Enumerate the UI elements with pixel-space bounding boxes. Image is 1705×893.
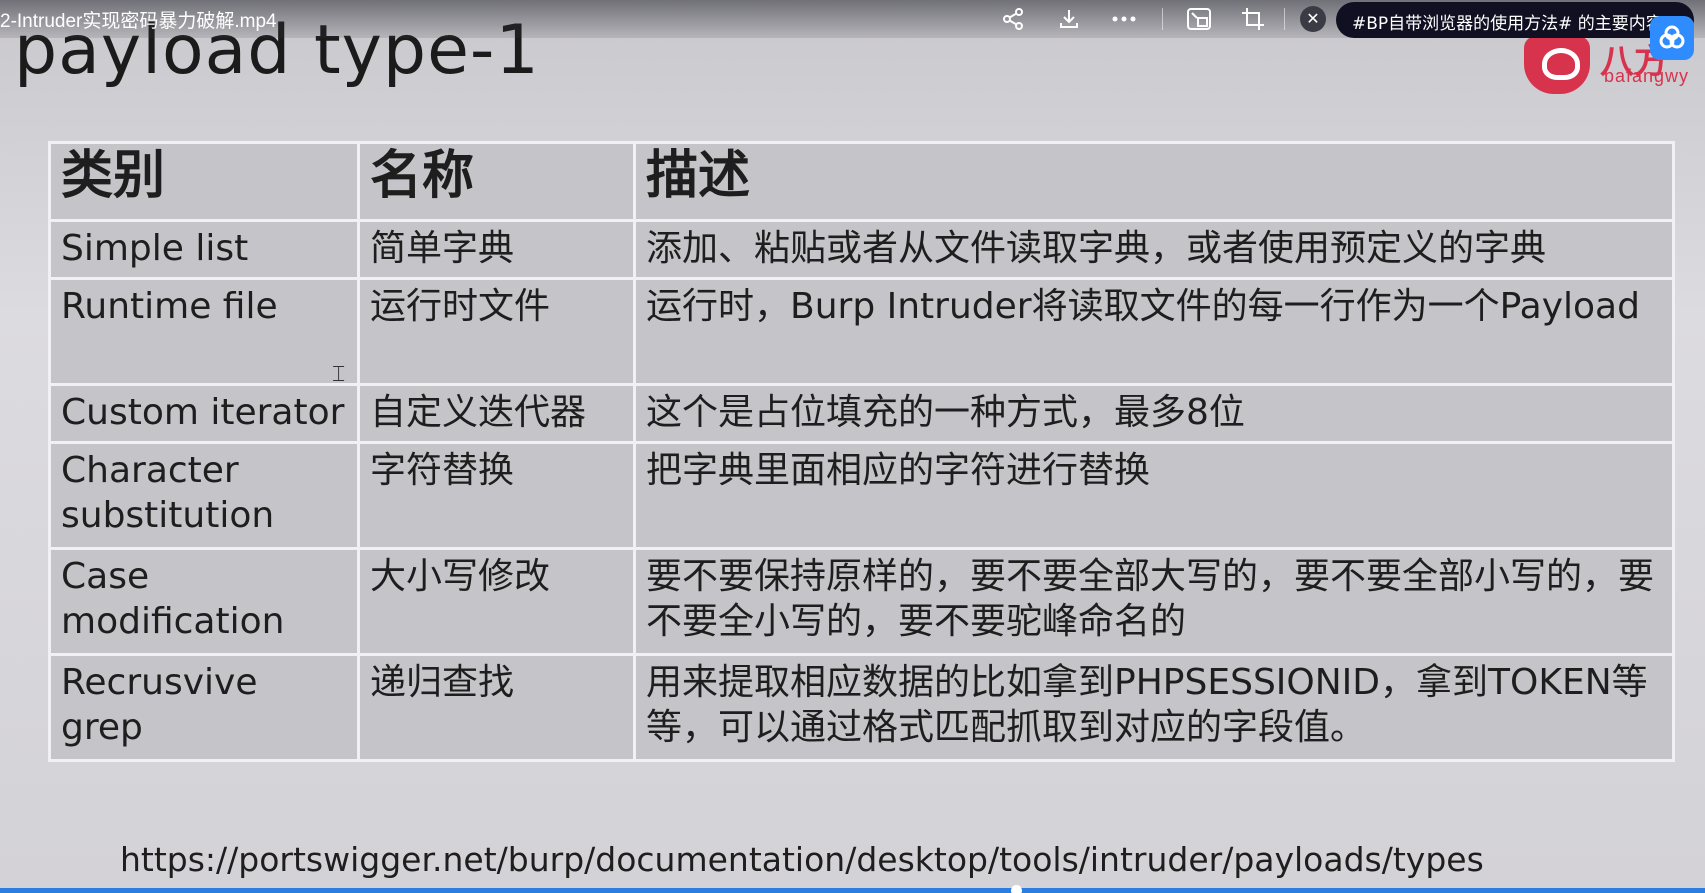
row-description: 添加、粘贴或者从文件读取字典，或者使用预定义的字典 bbox=[633, 219, 1675, 280]
row-name: 自定义迭代器 bbox=[357, 383, 636, 444]
picture-in-picture-icon[interactable] bbox=[1184, 4, 1214, 34]
row-name: 运行时文件 bbox=[357, 277, 636, 386]
progress-knob[interactable] bbox=[1011, 885, 1023, 893]
row-description: 用来提取相应数据的比如拿到PHPSESSIONID，拿到TOKEN等等，可以通过… bbox=[633, 653, 1675, 762]
close-icon[interactable]: ✕ bbox=[1300, 6, 1326, 32]
row-name: 递归查找 bbox=[357, 653, 636, 762]
documentation-url: https://portswigger.net/burp/documentati… bbox=[120, 840, 1484, 879]
download-icon[interactable] bbox=[1054, 4, 1084, 34]
table-row: Character substitution 字符替换 把字典里面相应的字符进行… bbox=[48, 441, 1675, 550]
row-category: Runtime file bbox=[48, 277, 360, 386]
toolbar-divider bbox=[1284, 8, 1285, 30]
table-row: Recrusvive grep 递归查找 用来提取相应数据的比如拿到PHPSES… bbox=[48, 653, 1675, 762]
cloud-icon[interactable] bbox=[1650, 16, 1694, 60]
row-name: 字符替换 bbox=[357, 441, 636, 550]
crop-icon[interactable] bbox=[1238, 4, 1268, 34]
progress-bar[interactable] bbox=[0, 888, 1705, 893]
row-category: Simple list bbox=[48, 219, 360, 280]
row-name: 简单字典 bbox=[357, 219, 636, 280]
topic-pill[interactable]: #BP自带浏览器的使用方法# 的主要内容 bbox=[1336, 2, 1694, 38]
row-description: 这个是占位填充的一种方式，最多8位 bbox=[633, 383, 1675, 444]
row-category: Case modification bbox=[48, 547, 360, 656]
table-header-row: 类别 名称 描述 bbox=[48, 141, 1675, 222]
video-title: 2-Intruder实现密码暴力破解.mp4 bbox=[0, 11, 277, 32]
logo-text: bafangwy bbox=[1604, 66, 1690, 86]
row-description: 运行时，Burp Intruder将读取文件的每一行作为一个Payload bbox=[633, 277, 1675, 386]
text-cursor-icon: ⌶ bbox=[332, 362, 346, 387]
logo-icon bbox=[1524, 36, 1590, 94]
row-category: Recrusvive grep bbox=[48, 653, 360, 762]
row-name: 大小写修改 bbox=[357, 547, 636, 656]
header-description: 描述 bbox=[633, 141, 1675, 222]
row-description: 把字典里面相应的字符进行替换 bbox=[633, 441, 1675, 550]
row-category: Character substitution bbox=[48, 441, 360, 550]
more-icon[interactable] bbox=[1109, 4, 1139, 34]
row-category: Custom iterator bbox=[48, 383, 360, 444]
header-category: 类别 bbox=[48, 141, 360, 222]
table-row: Runtime file 运行时文件 运行时，Burp Intruder将读取文… bbox=[48, 277, 1675, 386]
row-description: 要不要保持原样的，要不要全部大写的，要不要全部小写的，要不要全小写的，要不要驼峰… bbox=[633, 547, 1675, 656]
payload-types-table: 类别 名称 描述 Simple list 简单字典 添加、粘贴或者从文件读取字典… bbox=[48, 141, 1675, 762]
header-name: 名称 bbox=[357, 141, 636, 222]
share-icon[interactable] bbox=[998, 4, 1028, 34]
slide: payload type-1 八方 bafangwy 类别 名称 描述 Simp… bbox=[0, 0, 1705, 893]
toolbar-divider bbox=[1162, 8, 1163, 30]
table-row: Custom iterator 自定义迭代器 这个是占位填充的一种方式，最多8位 bbox=[48, 383, 1675, 444]
table-row: Simple list 简单字典 添加、粘贴或者从文件读取字典，或者使用预定义的… bbox=[48, 219, 1675, 280]
table-row: Case modification 大小写修改 要不要保持原样的，要不要全部大写… bbox=[48, 547, 1675, 656]
